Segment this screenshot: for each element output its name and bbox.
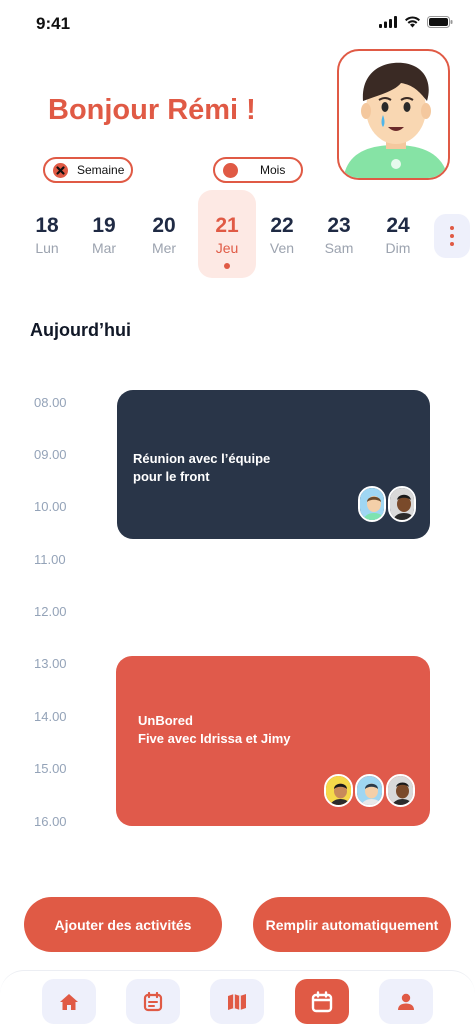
day-number: 19 <box>92 214 116 237</box>
status-bar: 9:41 <box>0 0 475 44</box>
hour-label: 11.00 <box>34 552 66 567</box>
month-toggle-dot <box>223 162 238 178</box>
event-title: UnBored Five avec Idrissa et Jimy <box>138 712 290 748</box>
day-name: Ven <box>269 240 295 256</box>
selected-day-indicator <box>224 263 230 269</box>
nav-home[interactable] <box>42 979 96 1024</box>
user-avatar-illustration <box>343 62 448 178</box>
add-activities-button[interactable]: Ajouter des activités <box>24 897 222 952</box>
day-22[interactable]: 22 Ven <box>253 190 311 278</box>
day-name: Sam <box>324 240 354 256</box>
participant-avatar[interactable] <box>388 486 416 522</box>
profile-avatar[interactable] <box>337 49 450 180</box>
more-dot-icon <box>450 234 454 238</box>
hour-label: 12.00 <box>34 604 67 619</box>
day-name: Mar <box>91 240 117 256</box>
participant-avatar[interactable] <box>324 774 353 807</box>
map-icon <box>228 993 246 1010</box>
week-toggle[interactable]: Semaine <box>43 157 133 183</box>
nav-map[interactable] <box>210 979 264 1024</box>
hour-label: 15.00 <box>34 761 67 776</box>
day-21-selected[interactable]: 21 Jeu <box>198 190 256 278</box>
day-20[interactable]: 20 Mer <box>135 190 193 278</box>
agenda-icon <box>143 991 163 1011</box>
person-icon <box>390 488 414 520</box>
status-time: 9:41 <box>36 14 71 33</box>
week-toggle-label: Semaine <box>77 163 125 177</box>
day-24[interactable]: 24 Dim <box>369 190 427 278</box>
more-dot-icon <box>450 226 454 230</box>
signal-icon <box>379 16 397 28</box>
hour-label: 09.00 <box>34 447 67 462</box>
event-title-line: UnBored <box>138 713 193 728</box>
nav-calendar[interactable] <box>295 979 349 1024</box>
day-name: Jeu <box>215 240 239 256</box>
today-title: Aujourd’hui <box>30 320 131 340</box>
month-toggle[interactable]: Mois <box>213 157 303 183</box>
day-name: Lun <box>35 240 59 256</box>
event-card-unbored[interactable]: UnBored Five avec Idrissa et Jimy <box>116 656 430 826</box>
hour-label: 10.00 <box>34 499 67 514</box>
hour-label: 13.00 <box>34 656 67 671</box>
month-toggle-label: Mois <box>260 163 286 177</box>
greeting-title: Bonjour Rémi ! <box>48 94 256 126</box>
event-card-team-meeting[interactable]: Réunion avec l’équipe pour le front <box>117 390 430 539</box>
more-dot-icon <box>450 242 454 246</box>
day-23[interactable]: 23 Sam <box>310 190 368 278</box>
hour-label: 08.00 <box>34 395 67 410</box>
event-title-line: Réunion avec l’équipe <box>133 451 271 466</box>
day-18[interactable]: 18 Lun <box>18 190 76 278</box>
person-icon <box>388 776 413 805</box>
participant-avatar[interactable] <box>386 774 415 807</box>
battery-icon <box>427 16 453 28</box>
status-icons <box>379 16 453 28</box>
calendar-icon <box>311 990 333 1012</box>
day-19[interactable]: 19 Mar <box>75 190 133 278</box>
week-day-strip: 18 Lun 19 Mar 20 Mer 21 Jeu 22 Ven 23 Sa… <box>18 190 458 278</box>
day-name: Mer <box>151 240 177 256</box>
event-title: Réunion avec l’équipe pour le front <box>133 450 270 486</box>
day-number: 23 <box>327 214 351 237</box>
person-icon <box>326 776 351 805</box>
close-icon <box>53 163 68 177</box>
hour-label: 14.00 <box>34 709 67 724</box>
nav-agenda[interactable] <box>126 979 180 1024</box>
auto-fill-button[interactable]: Remplir automatiquement <box>253 897 451 952</box>
more-options-button[interactable] <box>434 214 470 258</box>
person-icon <box>357 776 382 805</box>
event-participants <box>358 486 416 522</box>
person-icon <box>360 488 384 520</box>
day-number: 18 <box>35 214 59 237</box>
day-number: 22 <box>270 214 294 237</box>
home-icon <box>60 993 78 1010</box>
bottom-navigation <box>0 970 475 1036</box>
day-name: Dim <box>385 240 411 256</box>
wifi-icon <box>405 16 420 28</box>
event-title-line: pour le front <box>133 469 210 484</box>
event-participants <box>324 774 415 807</box>
event-title-line: Five avec Idrissa et Jimy <box>138 731 291 746</box>
day-number: 24 <box>386 214 410 237</box>
profile-icon <box>398 993 414 1010</box>
day-number: 20 <box>152 214 176 237</box>
nav-profile[interactable] <box>379 979 433 1024</box>
week-toggle-dot <box>53 162 68 178</box>
participant-avatar[interactable] <box>358 486 386 522</box>
day-number: 21 <box>215 214 239 237</box>
participant-avatar[interactable] <box>355 774 384 807</box>
hour-label: 16.00 <box>34 814 67 829</box>
